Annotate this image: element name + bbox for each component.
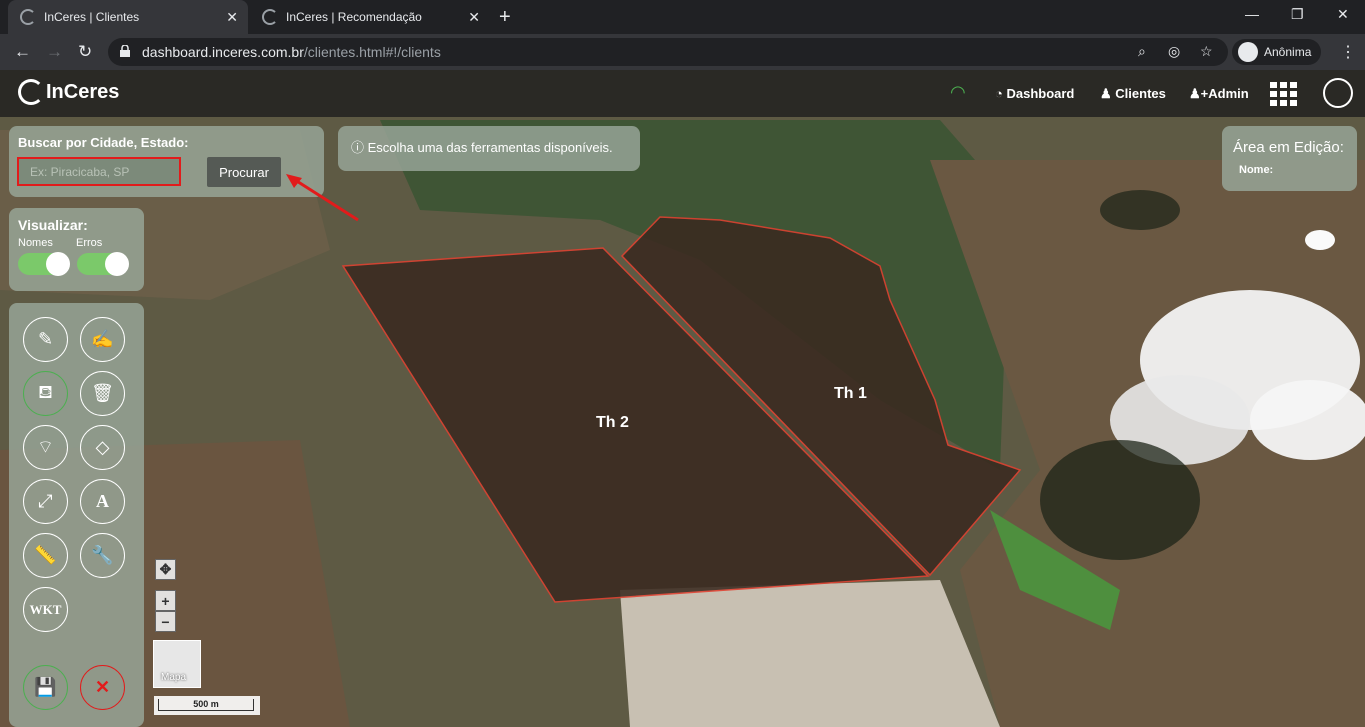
city-search-input[interactable] (17, 157, 181, 186)
new-tab-icon[interactable]: + (499, 6, 511, 29)
user-account-icon[interactable] (1323, 78, 1353, 108)
errors-toggle-label: Erros (76, 237, 103, 249)
loading-icon (262, 9, 278, 25)
nav-dashboard[interactable]: ◔ Dashboard (995, 86, 1074, 101)
tools-panel: ✎ ✍ ⛾ 🗑 ⌔ ◇ ⤢ A 📏 🔧 WKT 💾 ✕ (9, 303, 144, 727)
omnibox[interactable]: dashboard.inceres.com.br/clientes.html#!… (108, 38, 1228, 66)
nav-admin[interactable]: ♟+Admin (1189, 86, 1249, 102)
help-tooltip: ⓘ Escolha uma das ferramentas disponívei… (338, 126, 640, 171)
nav-admin-label: Admin (1208, 86, 1249, 101)
nav-dashboard-label: Dashboard (1006, 86, 1075, 101)
tab-title: InCeres | Recomendação (286, 10, 422, 24)
question-circle-icon: ⓘ (351, 140, 368, 155)
errors-toggle[interactable] (77, 252, 129, 276)
wifi-icon: ◠ (950, 82, 966, 102)
ruler-icon[interactable]: 📏 (23, 533, 68, 578)
brand-name: InCeres (46, 80, 120, 103)
back-icon[interactable]: ← (14, 42, 31, 62)
text-tool-icon[interactable]: A (80, 479, 125, 524)
apps-grid-icon[interactable] (1270, 82, 1297, 106)
names-toggle[interactable] (18, 252, 70, 276)
cancel-icon[interactable]: ✕ (80, 665, 125, 710)
edit-square-icon[interactable]: ✍ (80, 317, 125, 362)
search-panel: Buscar por Cidade, Estado: Procurar (9, 126, 324, 197)
scale-bar: 500 m (154, 696, 260, 715)
user-plus-icon: ♟+ (1189, 86, 1209, 101)
wkt-button[interactable]: WKT (23, 587, 68, 632)
zoom-out-button[interactable]: − (155, 611, 176, 632)
profile-label: Anônima (1264, 45, 1312, 59)
pencil-icon[interactable]: ✎ (23, 317, 68, 362)
field-label-th2: Th 2 (596, 414, 629, 431)
help-message: Escolha uma das ferramentas disponíveis. (367, 140, 613, 155)
close-tab-icon[interactable]: ✕ (226, 9, 238, 26)
loading-icon (20, 9, 36, 25)
bookmark-star-icon[interactable]: ☆ (1200, 43, 1213, 60)
brand-logo[interactable]: InCeres (18, 79, 119, 105)
close-tab-icon[interactable]: ✕ (468, 9, 480, 26)
lock-icon (120, 45, 130, 57)
nav-clients[interactable]: ♟ Clientes (1100, 86, 1166, 102)
browser-tab-active[interactable]: InCeres | Clientes ✕ (8, 0, 248, 34)
search-button[interactable]: Procurar (207, 157, 281, 187)
map-canvas[interactable]: Th 2 Th 1 InCeres ◠ ◔ Dashboard ♟ Client… (0, 70, 1365, 727)
dashboard-icon: ◔ (995, 86, 1007, 101)
nav-clients-label: Clientes (1115, 86, 1166, 101)
tracking-blocked-icon[interactable]: ◎ (1168, 43, 1180, 60)
browser-tabbar: InCeres | Clientes ✕ InCeres | Recomenda… (0, 0, 1365, 34)
save-icon[interactable]: 💾 (23, 665, 68, 710)
view-panel: Visualizar: Nomes Erros (9, 208, 144, 291)
url-path: /clientes.html#!/clients (303, 44, 441, 60)
restore-icon[interactable]: ❐ (1291, 6, 1304, 23)
tab-title: InCeres | Clientes (44, 10, 140, 24)
polygon-icon[interactable]: ◇ (80, 425, 125, 470)
wrench-icon[interactable]: 🔧 (80, 533, 125, 578)
url-text: dashboard.inceres.com.br/clientes.html#!… (142, 44, 441, 60)
url-host: dashboard.inceres.com.br (142, 44, 304, 60)
annotation-arrow (286, 174, 359, 222)
zoom-icon[interactable]: ⌕ (1138, 43, 1146, 60)
names-toggle-label: Nomes (18, 237, 53, 249)
view-title: Visualizar: (18, 217, 88, 233)
polygon-cut-icon[interactable]: ⌔ (23, 425, 68, 470)
editing-area-panel: Área em Edição: Nome: (1222, 126, 1357, 191)
expand-icon[interactable]: ⤢ (23, 479, 68, 524)
address-toolbar: ← → ↻ dashboard.inceres.com.br/clientes.… (0, 34, 1365, 70)
map-layer-label: Mapa (161, 672, 187, 683)
browser-tab[interactable]: InCeres | Recomendação ✕ (250, 0, 490, 34)
app-navbar: InCeres ◠ ◔ Dashboard ♟ Clientes ♟+Admin (0, 70, 1365, 117)
help-text: ⓘ Escolha uma das ferramentas disponívei… (351, 137, 613, 156)
browser-menu-icon[interactable]: ⋮ (1340, 42, 1356, 62)
users-icon: ♟ (1100, 86, 1116, 101)
search-label: Buscar por Cidade, Estado: (18, 135, 189, 150)
zoom-in-button[interactable]: + (155, 590, 176, 611)
profile-button[interactable]: Anônima (1232, 39, 1322, 65)
reload-icon[interactable]: ↻ (78, 42, 92, 62)
editing-area-title: Área em Edição: (1233, 139, 1344, 156)
forward-icon[interactable]: → (46, 42, 63, 62)
map-layer-switcher[interactable]: Mapa (153, 640, 201, 688)
logo-ring-icon (18, 79, 44, 105)
editing-area-name-label: Nome: (1239, 164, 1274, 176)
paint-bucket-icon[interactable]: ⛾ (23, 371, 68, 416)
pan-icon[interactable]: ✥ (155, 559, 176, 580)
window-close-icon[interactable]: ✕ (1337, 6, 1349, 23)
minimize-icon[interactable]: — (1245, 6, 1259, 22)
trash-icon[interactable]: 🗑 (80, 371, 125, 416)
scale-label: 500 m (158, 699, 254, 711)
incognito-icon (1238, 42, 1258, 62)
field-label-th1: Th 1 (834, 385, 867, 402)
